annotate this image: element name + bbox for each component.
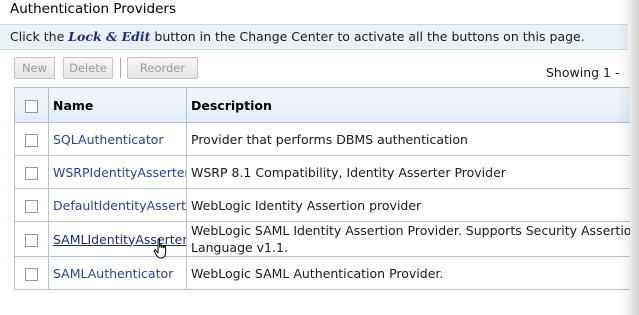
delete-button[interactable]: Delete — [63, 57, 113, 79]
hand-pointer-icon — [153, 238, 167, 259]
table-row: SAMLAuthenticator WebLogic SAML Authenti… — [14, 256, 630, 290]
select-all-header — [14, 87, 49, 123]
description-cell: WebLogic SAML Authentication Provider. — [186, 256, 630, 290]
new-button[interactable]: New — [14, 57, 55, 79]
table-row: WSRPIdentityAsserter WSRP 8.1 Compatibil… — [14, 155, 630, 189]
description-cell: WebLogic Identity Assertion provider — [186, 188, 630, 222]
description-cell: Provider that performs DBMS authenticati… — [186, 122, 630, 156]
row-select-cell — [14, 155, 49, 189]
row-select-cell — [14, 256, 49, 290]
name-cell: DefaultIdentityAsserter — [48, 188, 187, 222]
select-all-checkbox[interactable] — [25, 99, 38, 113]
info-prefix: Click the — [10, 29, 69, 44]
reorder-button[interactable]: Reorder — [127, 57, 198, 79]
name-cell: SAMLAuthenticator — [48, 256, 187, 290]
table-row: SAMLIdentityAsserter WebLogic SAML Ident… — [14, 221, 630, 257]
row-select-cell — [14, 122, 49, 156]
description-cell: WebLogic SAML Identity Assertion Provide… — [186, 221, 630, 257]
provider-name-link[interactable]: SQLAuthenticator — [53, 132, 164, 147]
name-column-header[interactable]: Name — [48, 87, 187, 123]
name-cell: SQLAuthenticator — [48, 122, 187, 156]
row-select-cell — [14, 221, 49, 257]
row-checkbox[interactable] — [25, 233, 38, 247]
description-column-header[interactable]: Description — [186, 87, 630, 123]
providers-table-wrapper: Name Description SQLAuthenticator Provid… — [14, 87, 630, 297]
name-cell: WSRPIdentityAsserter — [48, 155, 187, 189]
table-row: DefaultIdentityAsserter WebLogic Identit… — [14, 188, 630, 222]
provider-name-link[interactable]: SAMLAuthenticator — [53, 266, 173, 281]
row-checkbox[interactable] — [25, 267, 38, 281]
description-line-1: WebLogic SAML Identity Assertion Provide… — [191, 223, 630, 238]
providers-table: Name Description SQLAuthenticator Provid… — [14, 87, 630, 290]
row-checkbox[interactable] — [25, 166, 38, 180]
row-checkbox[interactable] — [25, 133, 38, 147]
info-bar: Click the Lock & Edit button in the Chan… — [0, 24, 628, 50]
table-header-row: Name Description — [14, 87, 630, 123]
info-message: Click the Lock & Edit button in the Chan… — [10, 29, 585, 44]
description-line-2: Language v1.1. — [191, 240, 288, 255]
row-checkbox[interactable] — [25, 199, 38, 213]
toolbar-separator — [120, 58, 121, 78]
lock-edit-reference: Lock & Edit — [68, 29, 151, 44]
pagination-status: Showing 1 - — [546, 65, 620, 80]
panel-title: Authentication Providers — [10, 1, 177, 17]
table-row: SQLAuthenticator Provider that performs … — [14, 122, 630, 156]
row-select-cell — [14, 188, 49, 222]
description-cell: WSRP 8.1 Compatibility, Identity Asserte… — [186, 155, 630, 189]
provider-name-link[interactable]: DefaultIdentityAsserter — [53, 198, 186, 213]
info-suffix: button in the Change Center to activate … — [150, 29, 585, 44]
provider-name-link[interactable]: WSRPIdentityAsserter — [53, 165, 186, 180]
